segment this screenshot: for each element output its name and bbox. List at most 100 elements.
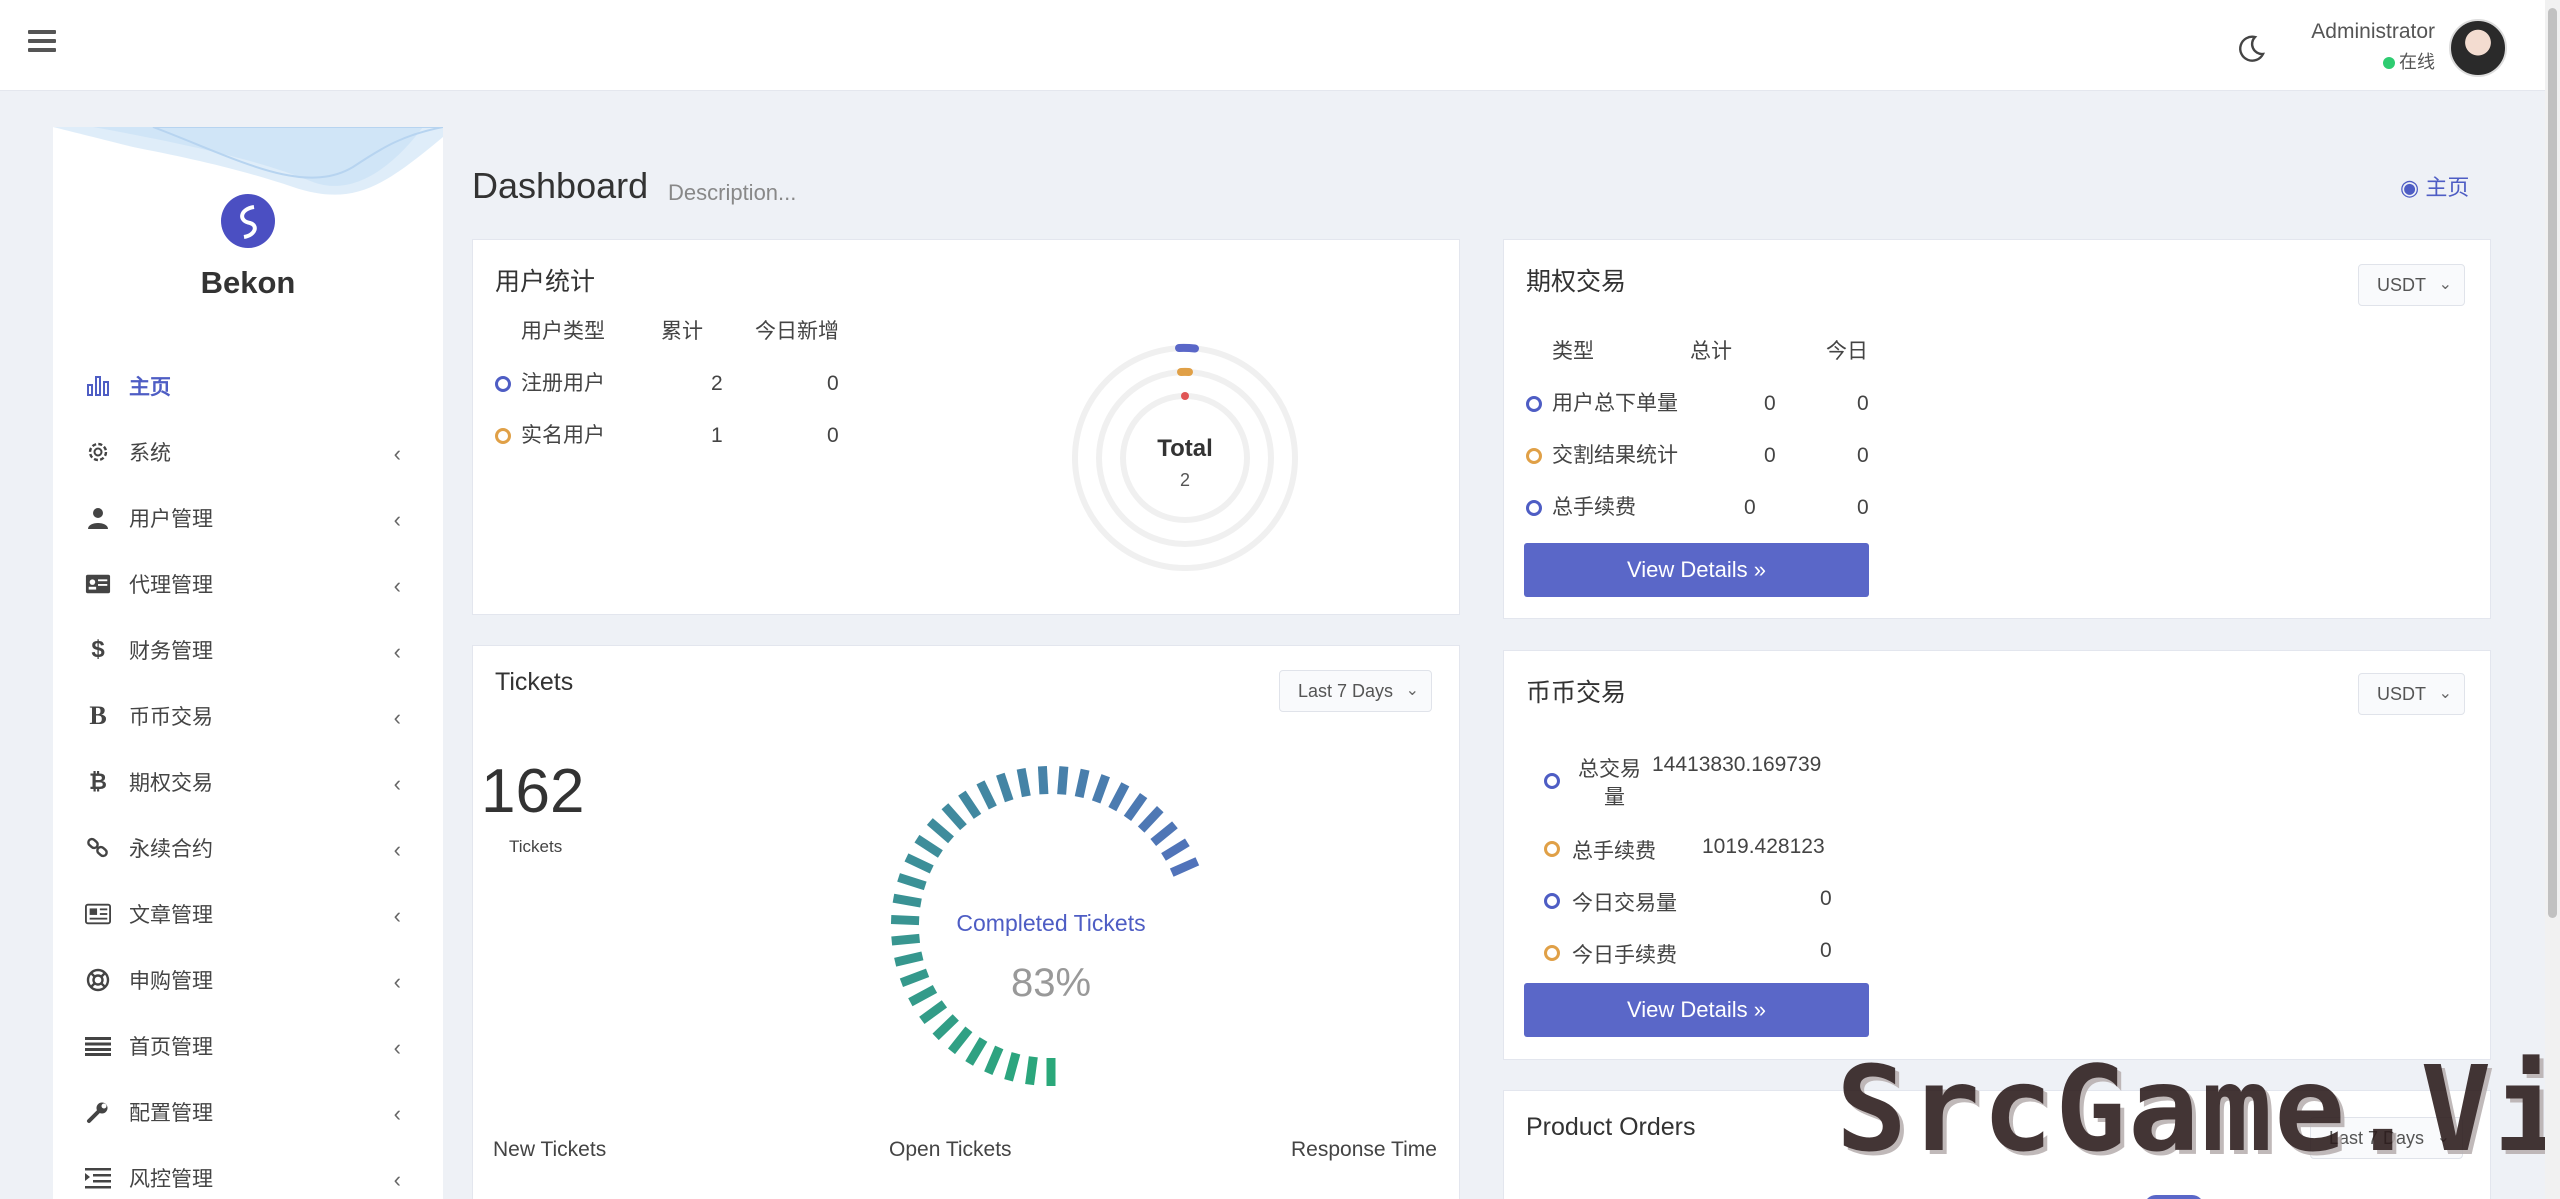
page-scrollbar[interactable]	[2545, 0, 2560, 1199]
table-row: 用户总下单量 0 0	[1524, 378, 1884, 430]
double-chevron-right-icon: »	[1753, 557, 1767, 582]
view-details-button[interactable]: View Details »	[1524, 983, 1869, 1037]
sidebar-item-spot[interactable]: B 币币交易 ‹	[53, 683, 443, 749]
gauge-tick	[892, 893, 922, 908]
sidebar-item-label: 代理管理	[129, 574, 213, 597]
gauge-tick	[1150, 821, 1178, 847]
legend-ring-icon	[1544, 945, 1560, 961]
sidebar-item-finance[interactable]: $ 财务管理 ‹	[53, 617, 443, 683]
table-header: 类型 总计 今日	[1552, 340, 1868, 363]
new-tickets-label: New Tickets	[493, 1138, 607, 1161]
bitcoin-icon: ₿	[89, 769, 107, 794]
list-item: 总交易 量 14413830.169739	[1544, 749, 1904, 829]
user-info[interactable]: Administrator 在线	[2311, 20, 2435, 74]
chevron-left-icon: ‹	[393, 1167, 401, 1192]
view-details-button[interactable]: View Details »	[1524, 543, 1869, 597]
response-time-label: Response Time	[1291, 1138, 1437, 1161]
legend-ring-icon	[495, 428, 511, 444]
sidebar-item-agents[interactable]: 代理管理 ‹	[53, 551, 443, 617]
sidebar-item-label: 文章管理	[129, 904, 213, 927]
chevron-left-icon: ‹	[393, 441, 401, 466]
sidebar-item-label: 申购管理	[129, 970, 213, 993]
currency-select[interactable]: USDT ⌄	[2358, 264, 2465, 306]
gauge-tick	[897, 873, 927, 891]
open-tickets-label: Open Tickets	[889, 1138, 1012, 1161]
sidebar-item-home[interactable]: 主页	[53, 353, 443, 419]
gauge-tick	[891, 933, 921, 946]
total-donut-chart: Total 2	[1072, 343, 1298, 571]
gauge-tick	[1091, 774, 1110, 804]
spot-trading-card: 币币交易 USDT ⌄ 总交易 量 14413830.169739 总手续费 10…	[1503, 650, 2491, 1060]
bekon-logo-icon[interactable]	[220, 193, 276, 249]
gauge-tick	[1025, 1056, 1038, 1086]
gauge-tick	[904, 853, 934, 874]
sidebar-item-label: 财务管理	[129, 640, 213, 663]
user-stats-card: 用户统计 用户类型 累计 今日新增 注册用户 2 0 实名用户 1 0 Tota…	[472, 239, 1460, 615]
gauge-tick	[1108, 782, 1130, 812]
avatar[interactable]	[2449, 19, 2507, 77]
completed-tickets-gauge: Completed Tickets 83%	[890, 765, 1200, 1086]
gauge-tick	[1161, 838, 1190, 861]
table-row: 交割结果统计 0 0	[1524, 430, 1884, 482]
table-row: 实名用户 1 0	[493, 410, 893, 462]
brand-name: Bekon	[200, 265, 296, 300]
gauge-tick	[914, 834, 943, 858]
legend-ring-icon	[1526, 448, 1542, 464]
date-range-select[interactable]: Last 7 Days ⌄	[1279, 670, 1433, 712]
table-row: 总手续费 0 0	[1524, 482, 1884, 534]
scrollbar-thumb[interactable]	[2548, 8, 2557, 918]
user-stats-table: 用户类型 累计 今日新增 注册用户 2 0 实名用户 1 0	[493, 306, 893, 462]
table-row: 注册用户 2 0	[493, 358, 893, 410]
gauge-tick	[1057, 766, 1069, 795]
ticket-count-label: Tickets	[509, 837, 563, 856]
gauge-label: Completed Tickets	[956, 910, 1145, 936]
user-name: Administrator	[2311, 20, 2435, 43]
sidebar-item-subscription[interactable]: 申购管理 ‹	[53, 947, 443, 1013]
sidebar-item-homepage[interactable]: 首页管理 ‹	[53, 1013, 443, 1079]
legend-ring-icon	[1544, 773, 1560, 789]
table-header: 用户类型 累计 今日新增	[521, 320, 839, 343]
user-status: 在线	[2311, 48, 2435, 74]
gauge-tick	[926, 818, 954, 844]
gauge-tick	[1016, 767, 1031, 798]
spot-stats-list: 总交易 量 14413830.169739 总手续费 1019.428123 今…	[1544, 749, 1904, 985]
sidebar-item-label: 期权交易	[129, 772, 213, 795]
sidebar-item-risk[interactable]: 风控管理 ‹	[53, 1145, 443, 1199]
sidebar: Bekon 主页 系统 ‹ 用户管理 ‹ 代理管理 ‹ $ 财务管理 ‹ B 币…	[53, 127, 443, 1199]
list-item: 总手续费 1019.428123	[1544, 829, 1904, 881]
gauge-tick	[996, 772, 1014, 803]
sidebar-item-articles[interactable]: 文章管理 ‹	[53, 881, 443, 947]
chevron-left-icon: ‹	[393, 903, 401, 928]
wrench-icon	[85, 1099, 111, 1125]
sidebar-item-label: 币币交易	[129, 706, 213, 729]
list-item: 今日交易量 0	[1544, 881, 1904, 933]
double-chevron-right-icon: »	[1753, 997, 1767, 1022]
legend-ring-icon	[1526, 396, 1542, 412]
watermark: SrcGame.Vip	[1836, 1040, 2560, 1178]
gauge-tick	[932, 1014, 959, 1041]
breadcrumb[interactable]: ◉ 主页	[2400, 170, 2469, 202]
link-icon	[85, 835, 111, 861]
sidebar-item-perpetual[interactable]: 永续合约 ‹	[53, 815, 443, 881]
bold-b-icon: B	[89, 701, 107, 730]
moon-icon[interactable]	[2236, 34, 2266, 64]
sidebar-item-system[interactable]: 系统 ‹	[53, 419, 443, 485]
gauge-tick	[890, 915, 920, 926]
card-title: 用户统计	[495, 268, 596, 296]
legend-ring-icon	[495, 376, 511, 392]
sidebar-item-config[interactable]: 配置管理 ‹	[53, 1079, 443, 1145]
chevron-left-icon: ‹	[393, 507, 401, 532]
gauge-tick	[976, 780, 997, 810]
gauge-tick	[941, 803, 967, 831]
chevron-left-icon: ‹	[393, 1101, 401, 1126]
sidebar-item-label: 主页	[129, 376, 171, 399]
sidebar-item-label: 首页管理	[129, 1036, 213, 1059]
options-table: 类型 总计 今日 用户总下单量 0 0 交割结果统计 0 0 总手续费 0 0	[1524, 326, 1884, 534]
sidebar-item-label: 配置管理	[129, 1102, 213, 1125]
hamburger-menu-icon[interactable]	[28, 30, 56, 54]
currency-select[interactable]: USDT ⌄	[2358, 673, 2465, 715]
sidebar-item-options[interactable]: ₿ 期权交易 ‹	[53, 749, 443, 815]
gauge-tick	[958, 790, 982, 819]
gauge-tick	[1169, 857, 1200, 877]
sidebar-item-users[interactable]: 用户管理 ‹	[53, 485, 443, 551]
